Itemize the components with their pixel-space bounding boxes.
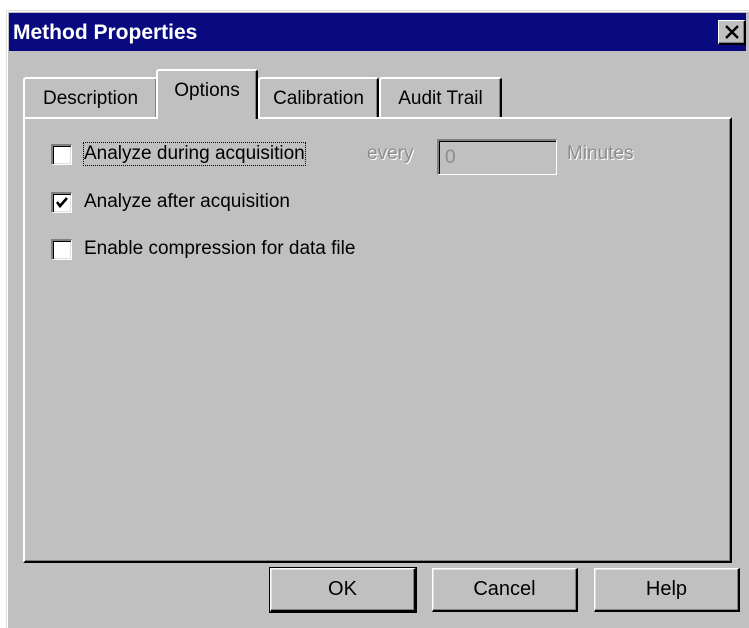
tab-options[interactable]: Options xyxy=(156,69,258,119)
tab-calibration[interactable]: Calibration xyxy=(258,77,379,117)
interval-minutes-input[interactable] xyxy=(437,139,557,175)
help-button[interactable]: Help xyxy=(594,568,740,612)
tab-options-label: Options xyxy=(174,80,240,101)
compression-label[interactable]: Enable compression for data file xyxy=(84,238,355,260)
tab-calibration-label: Calibration xyxy=(273,88,364,109)
tab-audit-trail-label: Audit Trail xyxy=(398,88,483,109)
tab-audit-trail[interactable]: Audit Trail xyxy=(379,77,502,117)
minutes-label: Minutes xyxy=(567,143,634,164)
close-icon xyxy=(725,25,739,39)
close-button[interactable] xyxy=(718,20,746,45)
analyze-after-checkbox[interactable] xyxy=(51,192,72,213)
every-label: every xyxy=(367,143,414,164)
analyze-during-checkbox[interactable] xyxy=(51,144,72,165)
method-properties-dialog: Method Properties Description Options Ca… xyxy=(6,10,749,628)
title-bar[interactable]: Method Properties xyxy=(9,13,746,51)
compression-checkbox[interactable] xyxy=(51,239,72,260)
analyze-during-label[interactable]: Analyze during acquisition xyxy=(83,142,306,166)
cancel-button[interactable]: Cancel xyxy=(432,568,578,612)
window-title: Method Properties xyxy=(13,21,198,44)
ok-button[interactable]: OK xyxy=(269,567,417,613)
analyze-after-label[interactable]: Analyze after acquisition xyxy=(84,191,290,213)
checkmark-icon xyxy=(55,197,68,209)
tab-description[interactable]: Description xyxy=(23,77,158,117)
tab-description-label: Description xyxy=(42,88,139,109)
options-panel: Analyze during acquisition every Minutes… xyxy=(23,117,732,563)
